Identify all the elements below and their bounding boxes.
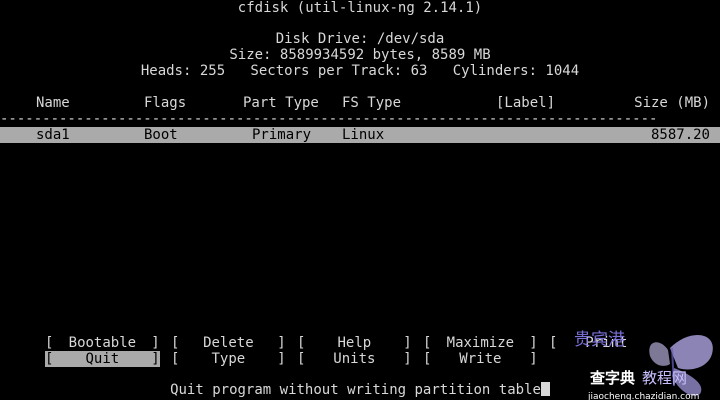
terminal-screen: cfdisk (util-linux-ng 2.14.1) Disk Drive… (0, 0, 720, 400)
watermark-site-text: 查字典 (590, 369, 636, 387)
maximize-button[interactable]: [ Maximize ] (423, 335, 538, 351)
partition-type: Primary (252, 127, 312, 143)
watermark-url-text: jiaocheng.chazidian.com (588, 392, 700, 400)
bootable-button[interactable]: [ Bootable ] (45, 335, 160, 351)
column-header-fs-type: FS Type (342, 95, 402, 111)
watermark: 贵宾港 查字典 教程网 jiaocheng.chazidian.com (550, 328, 720, 400)
disk-drive-line: Disk Drive: /dev/sda (275, 31, 445, 47)
table-row[interactable]: sda1 Boot Primary Linux 8587.20 (0, 127, 720, 143)
app-title: cfdisk (util-linux-ng 2.14.1) (237, 0, 483, 16)
partition-flags: Boot (144, 127, 178, 143)
units-button[interactable]: [ Units ] (297, 351, 412, 367)
quit-button[interactable]: [ Quit ] (45, 351, 160, 367)
partition-size: 8587.20 (650, 127, 710, 143)
partition-fs-type: Linux (342, 127, 385, 143)
column-header-part-type: Part Type (243, 95, 319, 111)
table-separator: ----------------------------------------… (0, 111, 658, 127)
disk-geometry-line: Heads: 255 Sectors per Track: 63 Cylinde… (140, 63, 580, 79)
watermark-tutorial-text: 教程网 (642, 369, 688, 387)
column-header-label: [Label] (496, 95, 556, 111)
watermark-brand-text: 贵宾港 (574, 330, 625, 350)
type-button[interactable]: [ Type ] (171, 351, 286, 367)
column-header-size: Size (MB) (634, 95, 710, 111)
column-header-name: Name (36, 95, 70, 111)
text-cursor (540, 382, 550, 396)
delete-button[interactable]: [ Delete ] (171, 335, 286, 351)
column-header-flags: Flags (144, 95, 187, 111)
disk-size-line: Size: 8589934592 bytes, 8589 MB (229, 47, 491, 63)
partition-name: sda1 (36, 127, 70, 143)
write-button[interactable]: [ Write ] (423, 351, 538, 367)
help-button[interactable]: [ Help ] (297, 335, 412, 351)
